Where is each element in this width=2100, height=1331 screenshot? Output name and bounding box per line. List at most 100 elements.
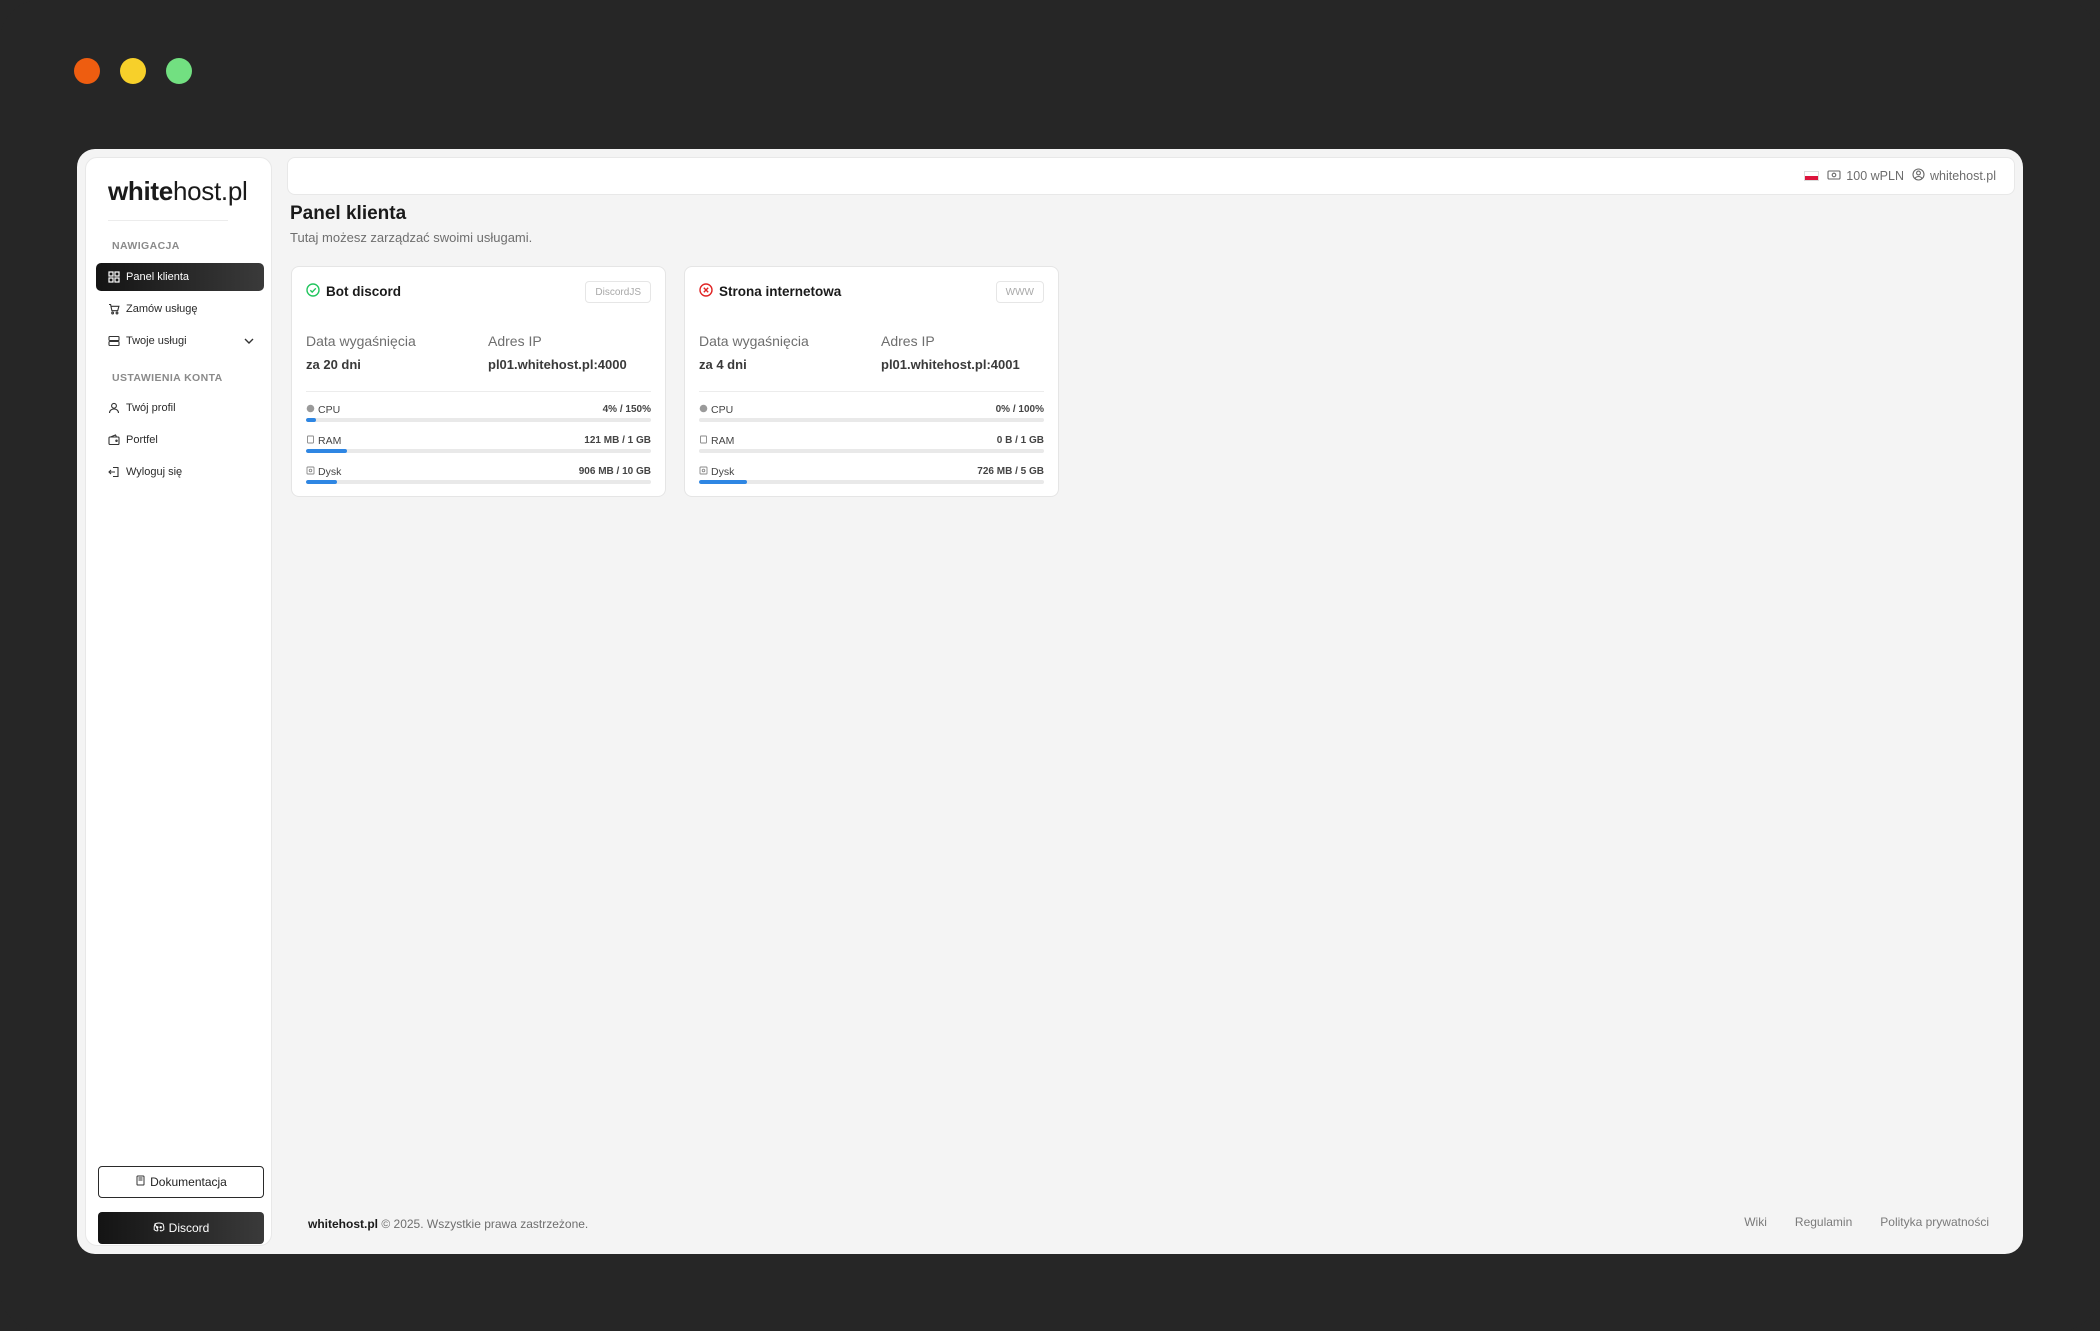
status-online-icon (306, 283, 320, 300)
discord-button[interactable]: Discord (98, 1212, 264, 1244)
footer-brand: whitehost.pl (308, 1217, 378, 1231)
logout-icon (107, 465, 121, 479)
discord-icon (153, 1221, 165, 1235)
dashboard-icon (107, 270, 121, 284)
discord-label: Discord (168, 1221, 210, 1235)
balance-value: 100 wPLN (1846, 169, 1904, 183)
minimize-window-button[interactable] (120, 58, 146, 84)
close-window-button[interactable] (74, 58, 100, 84)
memory-icon (699, 435, 708, 447)
sidebar-item-label: Zamów usługę (126, 303, 198, 315)
logo[interactable]: whitehost.pl (108, 176, 248, 207)
footer-links: Wiki Regulamin Polityka prywatności (1744, 1215, 1989, 1229)
page-title: Panel klienta (290, 203, 407, 224)
progress-fill (306, 418, 317, 422)
memory-icon (306, 435, 315, 447)
window-controls (74, 58, 192, 84)
progress-track (306, 418, 651, 422)
ip-value[interactable]: pl01.whitehost.pl:4001 (881, 357, 1020, 372)
footer-link-privacy[interactable]: Polityka prywatności (1880, 1215, 1989, 1229)
resource-disk: Dysk 726 MB / 5 GB (699, 466, 1044, 486)
app-window: whitehost.pl NAWIGACJA Panel klienta Zam… (77, 149, 2023, 1254)
progress-track (699, 418, 1044, 422)
chevron-down-icon[interactable] (242, 334, 256, 348)
polish-flag-icon[interactable] (1804, 171, 1820, 181)
service-header: Bot discord (306, 283, 401, 300)
resource-label: RAM (306, 435, 341, 447)
server-icon (107, 334, 121, 348)
ip-label: Adres IP (488, 333, 542, 349)
footer-link-terms[interactable]: Regulamin (1795, 1215, 1852, 1229)
section-label-account-settings: USTAWIENIA KONTA (112, 372, 223, 384)
sidebar-item-order[interactable]: Zamów usługę (96, 295, 264, 323)
user-icon (107, 401, 121, 415)
sidebar-item-services[interactable]: Twoje usługi (96, 327, 264, 355)
sidebar-item-profile[interactable]: Twój profil (96, 394, 264, 422)
divider (306, 391, 651, 392)
sidebar-item-label: Twój profil (126, 402, 176, 414)
cpu-icon (699, 404, 708, 416)
disk-icon (306, 466, 315, 478)
resource-ram: RAM 121 MB / 1 GB (306, 435, 651, 455)
resource-value: 0% / 100% (995, 404, 1044, 415)
device-frame: whitehost.pl NAWIGACJA Panel klienta Zam… (0, 0, 2100, 1331)
sidebar-item-label: Panel klienta (126, 271, 189, 283)
wallet-balance[interactable]: 100 wPLN (1827, 169, 1904, 183)
user-menu[interactable]: whitehost.pl (1912, 168, 1996, 184)
money-icon (1827, 169, 1841, 183)
service-header: Strona internetowa (699, 283, 841, 300)
progress-fill (306, 480, 338, 484)
resource-value: 906 MB / 10 GB (578, 466, 651, 477)
ip-label: Adres IP (881, 333, 935, 349)
resource-label: Dysk (306, 466, 341, 478)
resource-value: 121 MB / 1 GB (584, 435, 651, 446)
resource-cpu: CPU 0% / 100% (699, 404, 1044, 424)
resource-label: CPU (699, 404, 733, 416)
section-label-navigation: NAWIGACJA (112, 240, 180, 252)
service-name: Strona internetowa (719, 284, 842, 299)
resource-ram: RAM 0 B / 1 GB (699, 435, 1044, 455)
top-bar: 100 wPLN whitehost.pl (287, 157, 2015, 195)
service-name: Bot discord (326, 284, 402, 299)
progress-fill (699, 480, 748, 484)
divider (108, 220, 228, 221)
expiry-label: Data wygaśnięcia (699, 333, 809, 349)
sidebar-item-dashboard[interactable]: Panel klienta (96, 263, 264, 291)
resource-label: CPU (306, 404, 340, 416)
resource-label: Dysk (699, 466, 734, 478)
service-type-badge: DiscordJS (585, 281, 651, 303)
expiry-value: za 4 dni (699, 357, 747, 372)
wallet-icon (107, 433, 121, 447)
user-circle-icon (1912, 168, 1925, 184)
service-card[interactable]: Strona internetowa WWW Data wygaśnięcia … (684, 266, 1059, 497)
documentation-button[interactable]: Dokumentacja (98, 1166, 264, 1198)
progress-track (306, 449, 651, 453)
resource-value: 0 B / 1 GB (996, 435, 1044, 446)
cpu-icon (306, 404, 315, 416)
footer-link-wiki[interactable]: Wiki (1744, 1215, 1767, 1229)
sidebar-item-wallet[interactable]: Portfel (96, 426, 264, 454)
copyright-text: © 2025. Wszystkie prawa zastrzeżone. (381, 1217, 589, 1231)
documentation-label: Dokumentacja (150, 1175, 227, 1189)
username: whitehost.pl (1929, 169, 1996, 183)
divider (699, 391, 1044, 392)
resource-cpu: CPU 4% / 150% (306, 404, 651, 424)
top-bar-actions: 100 wPLN whitehost.pl (1804, 168, 1996, 184)
progress-fill (306, 449, 348, 453)
resource-value: 4% / 150% (602, 404, 651, 415)
sidebar-item-logout[interactable]: Wyloguj się (96, 458, 264, 486)
sidebar-item-label: Portfel (126, 434, 158, 446)
footer-copyright: whitehost.pl © 2025. Wszystkie prawa zas… (308, 1217, 588, 1231)
sidebar-item-label: Twoje usługi (126, 335, 187, 347)
ip-value[interactable]: pl01.whitehost.pl:4000 (488, 357, 627, 372)
service-card[interactable]: Bot discord DiscordJS Data wygaśnięcia z… (291, 266, 666, 497)
resource-label: RAM (699, 435, 734, 447)
page-subtitle: Tutaj możesz zarządzać swoimi usługami. (290, 230, 533, 245)
status-offline-icon (699, 283, 713, 300)
progress-track (306, 480, 651, 484)
disk-icon (699, 466, 708, 478)
maximize-window-button[interactable] (166, 58, 192, 84)
book-icon (135, 1175, 146, 1189)
expiry-value: za 20 dni (306, 357, 361, 372)
progress-track (699, 480, 1044, 484)
